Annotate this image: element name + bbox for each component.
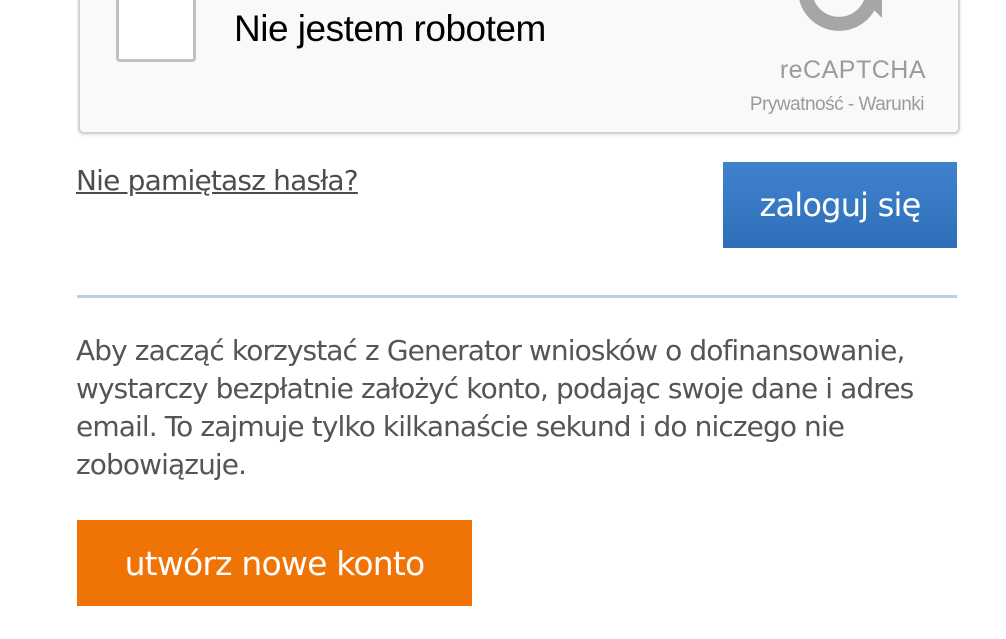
privacy-link[interactable]: Prywatność: [750, 94, 844, 115]
recaptcha-checkbox[interactable]: [116, 0, 196, 62]
divider: [77, 295, 957, 298]
recaptcha-links: Prywatność - Warunki: [750, 94, 925, 116]
login-panel: Nie jestem robotem reCAPTCHA Prywatność …: [0, 0, 1006, 639]
recaptcha-widget: Nie jestem robotem reCAPTCHA Prywatność …: [78, 0, 960, 134]
recaptcha-brand: reCAPTCHA: [779, 56, 926, 84]
terms-link[interactable]: Warunki: [859, 94, 925, 115]
recaptcha-label: Nie jestem robotem: [234, 8, 546, 49]
create-account-button[interactable]: utwórz nowe konto: [77, 520, 472, 606]
recaptcha-logo-icon: [799, 0, 882, 31]
forgot-password-link[interactable]: Nie pamiętasz hasła?: [76, 164, 359, 197]
register-info-text: Aby zacząć korzystać z Generator wnioskó…: [76, 334, 914, 481]
links-separator: -: [843, 94, 859, 115]
login-button[interactable]: zaloguj się: [723, 162, 957, 248]
